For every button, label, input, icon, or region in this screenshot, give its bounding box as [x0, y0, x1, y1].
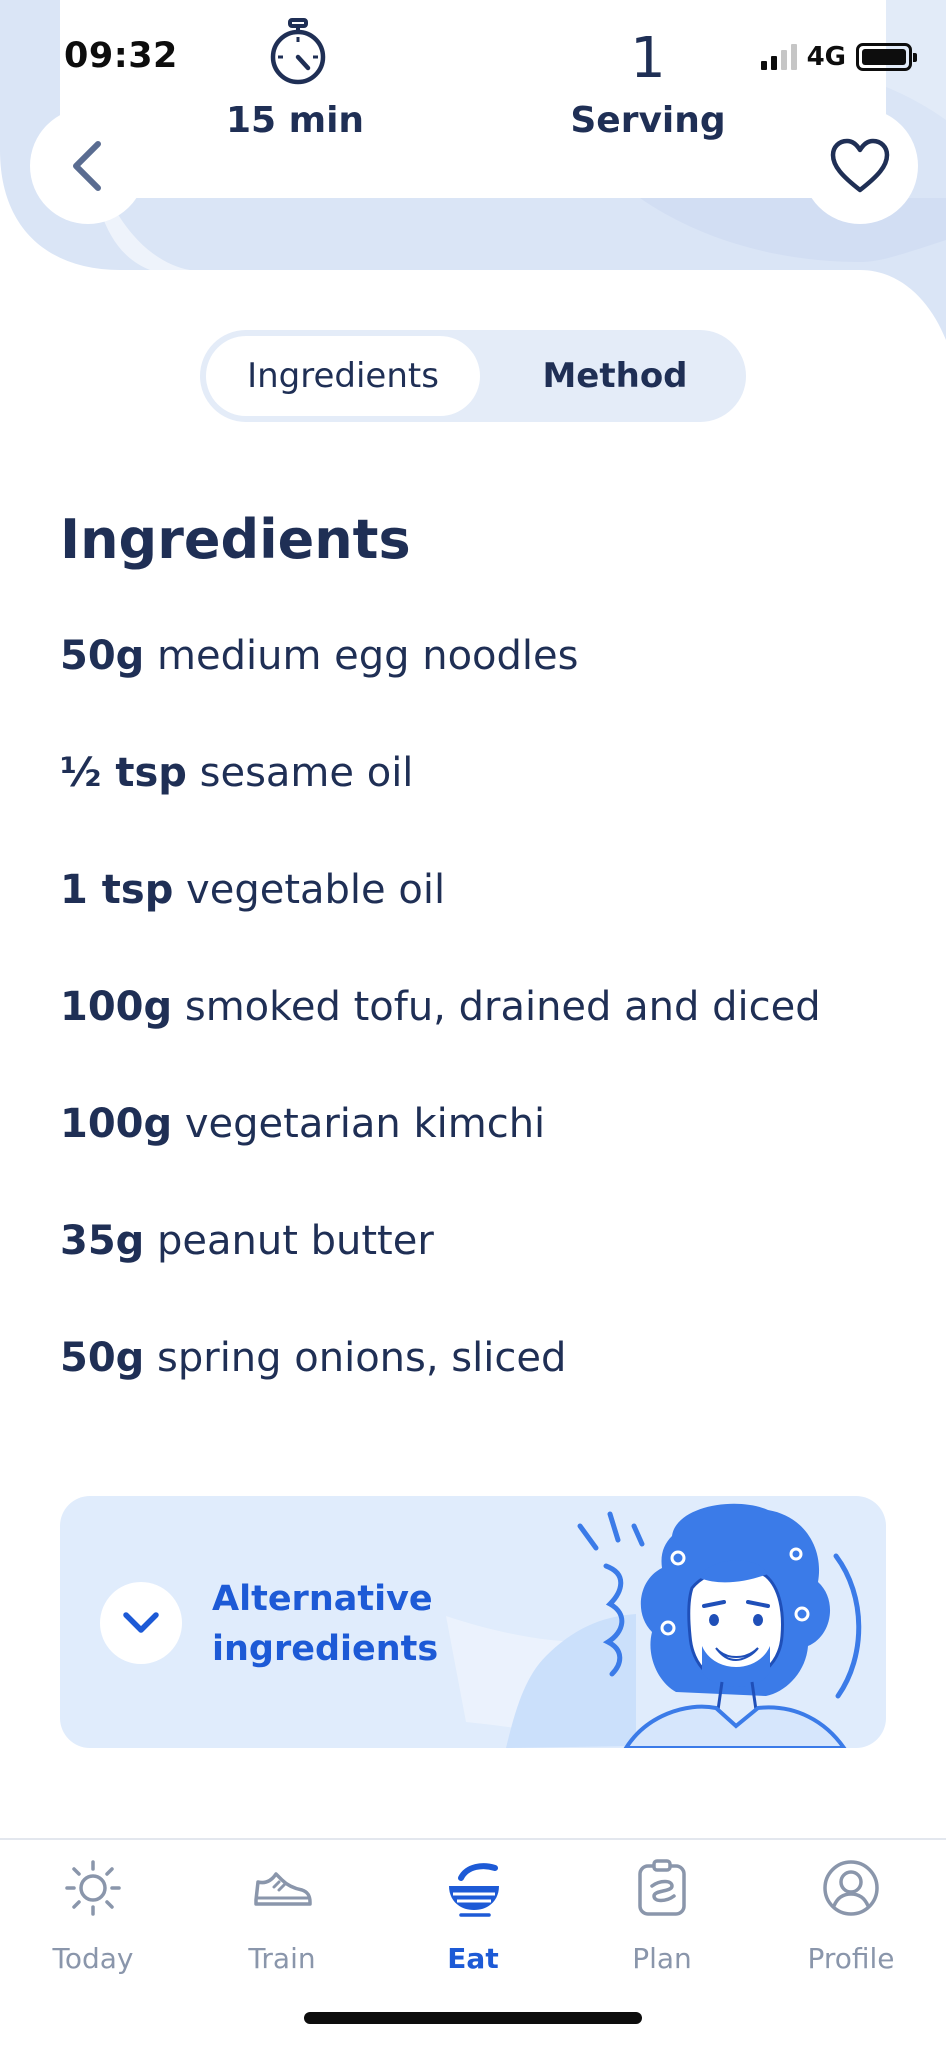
chevron-left-icon	[73, 141, 101, 191]
tab-label: Profile	[807, 1942, 895, 1975]
ingredient-list: 50g medium egg noodles ½ tsp sesame oil …	[60, 626, 920, 1445]
status-time: 09:32	[64, 36, 178, 76]
ingredient-name: medium egg noodles	[157, 633, 579, 679]
chef-illustration	[446, 1503, 862, 1748]
profile-icon	[823, 1860, 879, 1916]
heart-icon	[830, 138, 890, 193]
shoe-icon	[254, 1872, 312, 1906]
tab-train[interactable]: Train	[207, 1858, 357, 1978]
network-label: 4G	[806, 42, 846, 72]
servings-count[interactable]: 1	[598, 26, 698, 91]
ingredient-item: 1 tsp vegetable oil	[60, 860, 920, 977]
tab-label: Plan	[632, 1942, 692, 1975]
chevron-down-icon	[123, 1612, 159, 1633]
tab-profile[interactable]: Profile	[776, 1858, 926, 1978]
ingredient-qty: 35g	[60, 1218, 145, 1264]
tab-label: Today	[52, 1942, 134, 1975]
tab-label: Train	[248, 1942, 316, 1975]
ingredient-item: 100g vegetarian kimchi	[60, 1094, 920, 1211]
alternative-ingredients-card[interactable]: Alternative ingredients	[60, 1496, 886, 1748]
ingredient-item: 35g peanut butter	[60, 1211, 920, 1328]
stopwatch-icon	[270, 18, 326, 85]
ingredient-name: spring onions, sliced	[157, 1335, 567, 1381]
ingredient-name: smoked tofu, drained and diced	[184, 984, 821, 1030]
tab-method[interactable]: Method	[490, 336, 740, 416]
alternative-label-line2: ingredients	[212, 1629, 439, 1669]
prep-time-label: 15 min	[225, 100, 365, 141]
ingredient-qty: ½ tsp	[60, 750, 187, 796]
ingredient-name: sesame oil	[199, 750, 414, 796]
tab-ingredients[interactable]: Ingredients	[206, 336, 480, 416]
battery-icon	[856, 43, 917, 71]
home-indicator	[304, 2012, 642, 2024]
tab-label: Eat	[447, 1942, 499, 1975]
tab-today[interactable]: Today	[18, 1858, 168, 1978]
tab-eat[interactable]: Eat	[398, 1858, 548, 1978]
ingredient-name: vegetable oil	[186, 867, 446, 913]
alternative-ingredients-label: Alternative ingredients	[212, 1574, 472, 1674]
bowl-icon	[449, 1863, 499, 1917]
ingredient-item: 50g spring onions, sliced	[60, 1328, 920, 1445]
status-indicators: 4G	[760, 42, 917, 72]
ingredient-name: vegetarian kimchi	[184, 1101, 546, 1147]
sun-icon	[65, 1860, 121, 1916]
clipboard-icon	[638, 1859, 686, 1916]
favourite-button[interactable]	[802, 108, 918, 224]
signal-icon	[760, 44, 797, 70]
servings-label: Serving	[570, 100, 726, 141]
ingredients-heading: Ingredients	[60, 508, 411, 571]
recipe-tabs: Ingredients Method	[200, 330, 746, 422]
ingredient-name: peanut butter	[157, 1218, 434, 1264]
alternative-label-line1: Alternative	[212, 1579, 433, 1619]
ingredient-item: 50g medium egg noodles	[60, 626, 920, 743]
ingredient-qty: 100g	[60, 1101, 173, 1147]
back-button[interactable]	[30, 108, 146, 224]
ingredient-qty: 50g	[60, 633, 145, 679]
expand-alternatives-button[interactable]	[100, 1582, 182, 1664]
ingredient-item: 100g smoked tofu, drained and diced	[60, 977, 920, 1094]
tab-plan[interactable]: Plan	[587, 1858, 737, 1978]
ingredient-qty: 50g	[60, 1335, 145, 1381]
ingredient-qty: 1 tsp	[60, 867, 174, 913]
ingredient-qty: 100g	[60, 984, 173, 1030]
header-card	[60, 0, 886, 198]
ingredient-item: ½ tsp sesame oil	[60, 743, 920, 860]
